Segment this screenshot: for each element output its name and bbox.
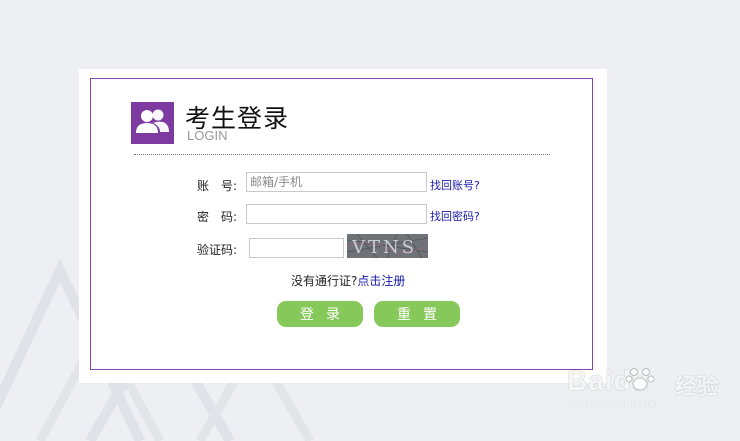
no-pass-text: 没有通行证? (291, 274, 358, 288)
watermark-brand-cn: 经验 (675, 375, 720, 400)
password-input[interactable] (246, 204, 427, 224)
password-label: 密 码: (197, 210, 238, 224)
captcha-text: VTNS (351, 237, 417, 258)
paw-icon (625, 368, 655, 391)
login-frame: 考生登录 LOGIN 账 号: 找回账号? 密 码: 找回密码? 验证码: VT… (90, 78, 593, 370)
account-input[interactable] (246, 172, 427, 192)
header-divider (134, 154, 550, 155)
login-card: 考生登录 LOGIN 账 号: 找回账号? 密 码: 找回密码? 验证码: VT… (79, 69, 607, 383)
watermark: Baidu 经验 jingyan.baidu.com (565, 359, 735, 410)
watermark-url: jingyan.baidu.com (569, 398, 658, 410)
page-subtitle: LOGIN (187, 128, 228, 143)
users-icon (131, 102, 174, 144)
login-button[interactable]: 登录 (277, 301, 363, 327)
find-password-link[interactable]: 找回密码? (430, 208, 480, 224)
captcha-input[interactable] (249, 238, 344, 258)
register-prompt: 没有通行证?点击注册 (291, 272, 405, 289)
captcha-label: 验证码: (197, 243, 238, 257)
register-link[interactable]: 点击注册 (357, 274, 405, 288)
reset-button[interactable]: 重置 (374, 301, 460, 327)
account-label: 账 号: (197, 179, 238, 193)
captcha-image[interactable]: VTNS (347, 234, 428, 258)
find-account-link[interactable]: 找回账号? (430, 177, 480, 193)
